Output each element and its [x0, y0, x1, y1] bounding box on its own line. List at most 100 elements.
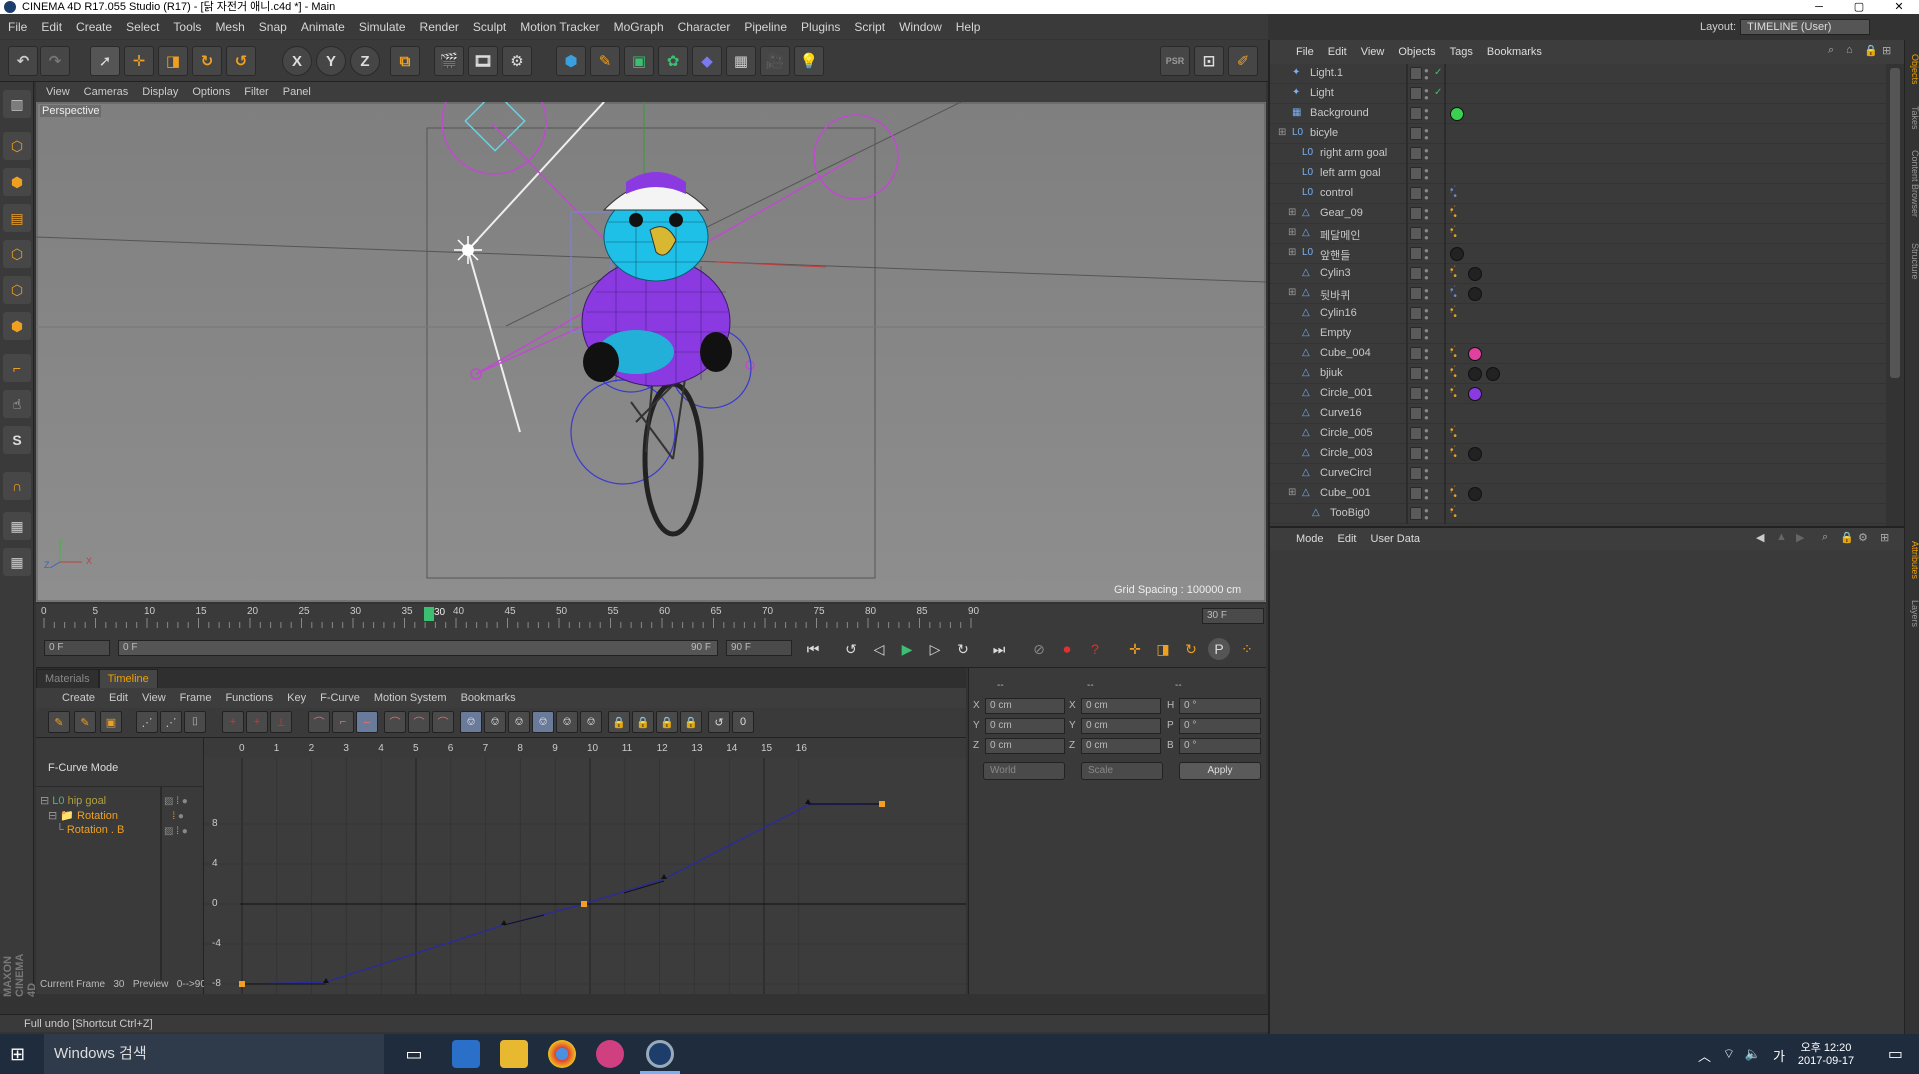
menu-motion-tracker[interactable]: Motion Tracker [520, 20, 599, 34]
visibility-toggle[interactable]: ● ● [1424, 327, 1434, 342]
texture-mode-icon[interactable]: ⬢ [3, 168, 31, 196]
ease-in-icon[interactable]: ⌒ [384, 711, 406, 733]
attr-back-icon[interactable]: ◀ [1756, 531, 1764, 544]
object-tag-icon[interactable] [1450, 107, 1464, 121]
object-row[interactable]: △ Cylin3 ● ● •˙ ˙• [1270, 264, 1886, 284]
floor-icon[interactable]: ▦ [726, 46, 756, 76]
task-view-icon[interactable]: ▭ [400, 1040, 428, 1068]
tl-menu-create[interactable]: Create [62, 692, 95, 704]
redo-icon[interactable]: ↷ [40, 46, 70, 76]
object-tag-icon[interactable] [1468, 447, 1482, 461]
visibility-toggle[interactable]: ● ● [1424, 467, 1434, 482]
ime-indicator[interactable]: 가 [1773, 1046, 1785, 1065]
environment-icon[interactable]: ◆ [692, 46, 722, 76]
object-name[interactable]: Curve16 [1320, 407, 1362, 419]
object-row[interactable]: ✦ Light ● ● ✓ [1270, 84, 1886, 104]
spline-icon[interactable]: ∼ [356, 711, 378, 733]
lock-tangent-icon[interactable]: 🔒 [656, 711, 678, 733]
object-name[interactable]: Cylin16 [1320, 307, 1357, 319]
select-tool-icon[interactable]: ➚ [90, 46, 120, 76]
visibility-toggle[interactable]: ● ● [1424, 207, 1434, 222]
object-tag-icon[interactable]: •˙ ˙• [1450, 266, 1462, 282]
volume-icon[interactable]: 🔈 [1745, 1046, 1761, 1062]
next-frame-icon[interactable]: ▷ [924, 638, 946, 660]
z-axis-lock[interactable]: Z [350, 46, 380, 76]
rotate-tool-icon[interactable]: ↻ [192, 46, 222, 76]
object-name[interactable]: Cube_001 [1320, 487, 1371, 499]
clock-time[interactable]: 오후 12:20 [1791, 1039, 1861, 1055]
viewport-menu-cameras[interactable]: Cameras [84, 86, 129, 98]
object-row[interactable]: △ TooBig0 ● ● •˙ ˙• [1270, 504, 1886, 524]
frame-range-icon[interactable]: ⌷ [184, 711, 206, 733]
tangent-5-icon[interactable]: ⎊ [556, 711, 578, 733]
prev-frame-icon[interactable]: ◁ [868, 638, 890, 660]
visibility-toggle[interactable]: ● ● [1424, 247, 1434, 262]
object-name[interactable]: Circle_005 [1320, 427, 1373, 439]
end-frame-field[interactable]: 30 F [1202, 608, 1264, 624]
layer-toggle[interactable] [1410, 87, 1422, 100]
viewport-menu-options[interactable]: Options [192, 86, 230, 98]
object-row[interactable]: △ Curve16 ● ● [1270, 404, 1886, 424]
edges-mode-icon[interactable]: ⬡ [3, 276, 31, 304]
menu-file[interactable]: File [8, 20, 27, 34]
coord-scale-dropdown[interactable]: Scale [1081, 762, 1163, 780]
object-tag-icon[interactable] [1468, 387, 1482, 401]
object-tag-icon[interactable]: •˙ ˙• [1450, 346, 1462, 362]
visibility-toggle[interactable]: ● ● [1424, 127, 1434, 142]
cinema4d-taskbar-icon[interactable] [646, 1040, 674, 1068]
object-tag-icon[interactable]: •˙ ˙• [1450, 486, 1462, 502]
tl-menu-frame[interactable]: Frame [180, 692, 212, 704]
tangent-1-icon[interactable]: ⎊ [460, 711, 482, 733]
attr-forward-icon[interactable]: ▶ [1796, 531, 1804, 544]
object-tag-icon[interactable]: •˙ ˙• [1450, 286, 1462, 302]
deformer-icon[interactable]: ✿ [658, 46, 688, 76]
coord-pos-x-field[interactable]: 0 cm [985, 698, 1065, 714]
coord-pos-y-field[interactable]: 0 cm [985, 718, 1065, 734]
object-tag-icon[interactable] [1468, 287, 1482, 301]
menu-window[interactable]: Window [899, 20, 942, 34]
obj-home-icon[interactable]: ⌂ [1846, 44, 1853, 56]
menu-plugins[interactable]: Plugins [801, 20, 840, 34]
render-picture-viewer-icon[interactable]: 🎞 [468, 46, 498, 76]
object-tag-icon[interactable] [1468, 487, 1482, 501]
obj-menu-file[interactable]: File [1296, 46, 1314, 58]
layer-toggle[interactable] [1410, 367, 1422, 380]
coord-size-z-field[interactable]: 0 cm [1081, 738, 1161, 754]
menu-simulate[interactable]: Simulate [359, 20, 406, 34]
layer-toggle[interactable] [1410, 487, 1422, 500]
tray-chevron-icon[interactable]: ︿ [1698, 1046, 1711, 1065]
obj-menu-bookmarks[interactable]: Bookmarks [1487, 46, 1542, 58]
coord-space-dropdown[interactable]: World [983, 762, 1065, 780]
object-row[interactable]: L0 left arm goal ● ● [1270, 164, 1886, 184]
timeline-ruler[interactable]: 0 5 10 15 20 25 30 35 40 45 50 55 60 65 70 75 80 85 90 30 … [36, 604, 1266, 628]
object-name[interactable]: bjiuk [1320, 367, 1343, 379]
coord-rot-h-field[interactable]: 0 ° [1179, 698, 1261, 714]
layer-toggle[interactable] [1410, 287, 1422, 300]
layer-toggle[interactable] [1410, 447, 1422, 460]
object-row[interactable]: ⊞ △ 페달메인 ● ● •˙ ˙• [1270, 224, 1886, 244]
object-tag-icon[interactable] [1468, 267, 1482, 281]
prev-key-icon[interactable]: ↺ [840, 638, 862, 660]
object-row[interactable]: ⊞ L0 앞핸들 ● ● [1270, 244, 1886, 264]
side-tab-content-browser[interactable]: Content Browser [1905, 140, 1919, 228]
enabled-check-icon[interactable]: ✓ [1434, 67, 1442, 78]
visibility-toggle[interactable]: ● ● [1424, 387, 1434, 402]
frame-selected-icon[interactable]: ⋰ [160, 711, 182, 733]
object-tag-icon[interactable]: •˙ ˙• [1450, 206, 1462, 222]
linear-icon[interactable]: ⌒ [308, 711, 330, 733]
layer-toggle[interactable] [1410, 407, 1422, 420]
layer-toggle[interactable] [1410, 387, 1422, 400]
record-active-icon[interactable]: ⏺ [1056, 638, 1078, 660]
track-toggles[interactable]: ▨ ⁞ ● ⁞ ● ▨ ⁞ ● [164, 794, 202, 842]
viewport-menu-display[interactable]: Display [142, 86, 178, 98]
apply-button[interactable]: Apply [1179, 762, 1261, 780]
dopesheet-icon[interactable]: ✎ [48, 711, 70, 733]
cube-primitive-icon[interactable]: ⬢ [556, 46, 586, 76]
object-tag-icon[interactable] [1450, 247, 1464, 261]
key-pla-icon[interactable]: ⁘ [1236, 638, 1258, 660]
layer-toggle[interactable] [1410, 347, 1422, 360]
viewport-menu-view[interactable]: View [46, 86, 70, 98]
record-disabled-icon[interactable]: ⊘ [1028, 638, 1050, 660]
object-name[interactable]: Background [1310, 107, 1369, 119]
object-scrollbar-thumb[interactable] [1890, 68, 1900, 378]
